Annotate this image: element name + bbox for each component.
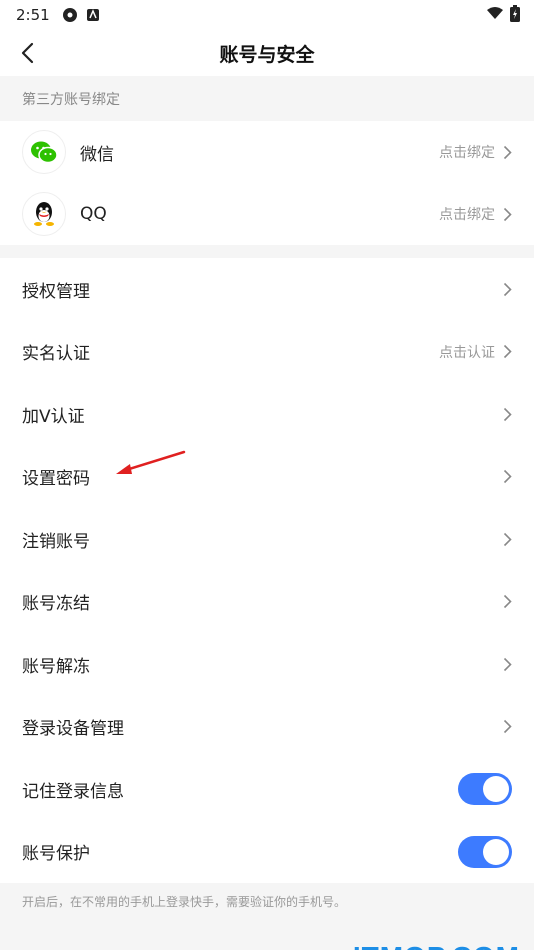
toggle-knob xyxy=(483,838,509,865)
row-account-protection: 账号保护 xyxy=(0,821,534,884)
row-label: 账号解冻 xyxy=(22,656,90,677)
row-label: 设置密码 xyxy=(22,469,90,490)
row-label: 账号保护 xyxy=(22,844,90,865)
row-label: 记住登录信息 xyxy=(22,781,124,802)
row-label: 加V认证 xyxy=(22,406,85,427)
chevron-right-icon xyxy=(503,407,512,421)
status-bar: 2:51 xyxy=(0,0,534,30)
section-header-third-party: 第三方账号绑定 xyxy=(0,76,534,121)
row-authorization-management[interactable]: 授权管理 xyxy=(0,258,534,321)
bind-action-qq: 点击绑定 xyxy=(439,207,495,223)
title-bar: 账号与安全 xyxy=(0,30,534,76)
row-cancel-account[interactable]: 注销账号 xyxy=(0,508,534,571)
row-remember-login: 记住登录信息 xyxy=(0,758,534,821)
wechat-icon xyxy=(22,130,66,174)
row-login-device-management[interactable]: 登录设备管理 xyxy=(0,696,534,759)
footer-note: 开启后，在不常用的手机上登录快手，需要验证你的手机号。 xyxy=(0,883,534,921)
battery-icon xyxy=(510,4,520,26)
row-v-verification[interactable]: 加V认证 xyxy=(0,383,534,446)
chevron-right-icon xyxy=(503,532,512,546)
row-real-name-verification[interactable]: 实名认证 点击认证 xyxy=(0,321,534,384)
row-label: 授权管理 xyxy=(22,281,90,302)
chevron-right-icon xyxy=(503,720,512,734)
page-title: 账号与安全 xyxy=(219,43,315,66)
bind-row-qq[interactable]: QQ 点击绑定 xyxy=(0,183,534,245)
section-divider xyxy=(0,245,534,258)
settings-status-icon xyxy=(62,7,78,23)
row-freeze-account[interactable]: 账号冻结 xyxy=(0,571,534,634)
bind-label-qq: QQ xyxy=(80,204,107,224)
account-protection-toggle[interactable] xyxy=(458,835,512,868)
chevron-right-icon xyxy=(503,145,512,159)
chevron-right-icon xyxy=(503,657,512,671)
app-notification-icon xyxy=(86,8,100,22)
watermark-logo: ITMOP.COM xyxy=(353,941,520,950)
row-label: 实名认证 xyxy=(22,344,90,365)
remember-login-toggle[interactable] xyxy=(458,773,512,806)
qq-icon xyxy=(22,192,66,236)
chevron-left-icon xyxy=(21,42,34,64)
chevron-right-icon xyxy=(503,207,512,221)
wifi-icon xyxy=(486,6,504,24)
bind-row-wechat[interactable]: 微信 点击绑定 xyxy=(0,121,534,183)
footer-area: ITMOP.COM xyxy=(0,921,534,950)
toggle-knob xyxy=(483,776,509,803)
status-time: 2:51 xyxy=(16,6,50,24)
row-label: 账号冻结 xyxy=(22,594,90,615)
row-label: 注销账号 xyxy=(22,531,90,552)
chevron-right-icon xyxy=(503,470,512,484)
row-unfreeze-account[interactable]: 账号解冻 xyxy=(0,633,534,696)
back-button[interactable] xyxy=(12,38,42,68)
row-set-password[interactable]: 设置密码 xyxy=(0,446,534,509)
bind-label-wechat: 微信 xyxy=(80,144,114,165)
chevron-right-icon xyxy=(503,282,512,296)
chevron-right-icon xyxy=(503,345,512,359)
row-hint: 点击认证 xyxy=(439,344,495,361)
bind-action-wechat: 点击绑定 xyxy=(439,145,495,161)
row-label: 登录设备管理 xyxy=(22,719,124,740)
chevron-right-icon xyxy=(503,595,512,609)
